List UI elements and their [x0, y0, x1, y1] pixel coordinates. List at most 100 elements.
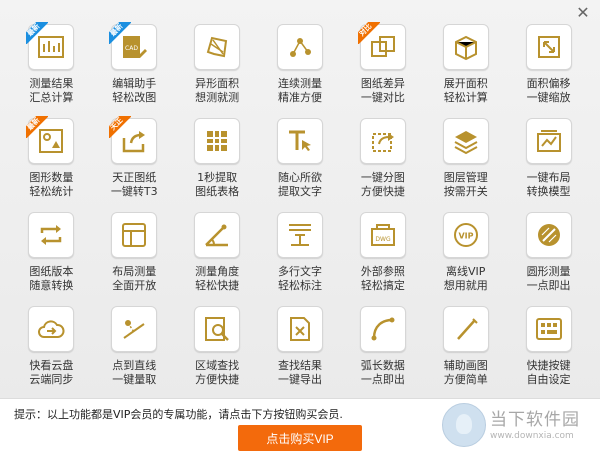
feature-shortcut-keys[interactable]: 快捷按键 自由设定 [507, 302, 590, 396]
svg-text:CAD: CAD [125, 45, 138, 52]
feature-tile[interactable] [525, 306, 572, 352]
feature-tile[interactable] [111, 306, 158, 352]
feature-label-line2: 转换模型 [526, 185, 571, 198]
feature-tile[interactable] [276, 118, 323, 164]
feature-continuous-measure[interactable]: 连续测量 精准方便 [259, 20, 342, 114]
feature-tile[interactable] [442, 306, 489, 352]
feature-tile[interactable]: CAD 最新 [109, 22, 158, 70]
feature-label-line2: 方便快捷 [195, 373, 240, 386]
feature-tile[interactable] [276, 306, 323, 352]
feature-label: 快看云盘 云端同步 [29, 359, 73, 387]
feature-label-line1: 查找结果 [277, 359, 322, 372]
feature-unfold-area[interactable]: 展开面积 轻松计算 [424, 20, 507, 114]
split-drawing-icon [371, 133, 394, 152]
feature-label: 展开面积 轻松计算 [444, 77, 488, 105]
area-search-icon [205, 317, 230, 341]
feature-arc-data[interactable]: 弧长数据 一点即出 [341, 302, 424, 396]
feature-tile[interactable]: 对比 [357, 22, 406, 70]
watermark: 当下软件园 www.downxia.com [442, 403, 592, 455]
unfold-area-icon [454, 35, 477, 61]
feature-text-extract[interactable]: 随心所欲 提取文字 [259, 114, 342, 208]
feature-measure-summary[interactable]: 最新测量结果 汇总计算 [10, 20, 93, 114]
feature-label-line2: 汇总计算 [29, 91, 74, 104]
feature-version-convert[interactable]: 图纸版本 随意转换 [10, 208, 93, 302]
feature-tile[interactable] [525, 24, 572, 70]
feature-tile[interactable] [525, 212, 572, 258]
feature-multiline-text[interactable]: 多行文字 轻松标注 [259, 208, 342, 302]
feature-tile[interactable] [194, 24, 241, 70]
feature-layout[interactable]: 布局测量 全面开放 [93, 208, 176, 302]
feature-tile[interactable] [194, 306, 241, 352]
feature-tile[interactable] [28, 306, 75, 352]
multiline-text-icon [288, 224, 311, 246]
feature-split-drawing[interactable]: 一键分图 方便快捷 [341, 114, 424, 208]
feature-badge-text: 最新 [109, 22, 132, 44]
feature-badge: 最新 [109, 22, 132, 44]
hint-text: 提示：以上功能都是VIP会员的专属功能，请点击下方按钮购买会员. [14, 408, 343, 421]
vip-features-window: ✕ 最新 测量结果 汇总计算 CAD 最新 编辑助手 轻松改图 异形面积 想测就测 连续测量 精准方… [0, 0, 600, 458]
feature-tile[interactable] [359, 118, 406, 164]
feature-badge-text: 天正 [109, 116, 132, 138]
feature-tile[interactable] [442, 24, 489, 70]
watermark-url: www.downxia.com [490, 431, 574, 441]
feature-angle-measure[interactable]: 测量角度 轻松快捷 [176, 208, 259, 302]
feature-shape-count[interactable]: 最新图形数量 轻松统计 [10, 114, 93, 208]
feature-label: 一键分图 方便快捷 [361, 171, 405, 199]
feature-tile[interactable] [28, 212, 75, 258]
feature-tile[interactable] [276, 212, 323, 258]
feature-tile[interactable] [442, 118, 489, 164]
feature-label-line1: 连续测量 [277, 77, 322, 90]
auxiliary-draw-icon [456, 318, 478, 340]
feature-label: 编辑助手 轻松改图 [112, 77, 156, 105]
feature-point-to-line[interactable]: 点到直线 一键量取 [93, 302, 176, 396]
feature-export-results[interactable]: 查找结果 一键导出 [259, 302, 342, 396]
feature-badge-text: 最新 [26, 116, 49, 138]
feature-tile[interactable] [194, 118, 241, 164]
feature-cad-edit[interactable]: CAD 最新编辑助手 轻松改图 [93, 20, 176, 114]
feature-label-line1: 点到直线 [112, 359, 157, 372]
svg-text:VIP: VIP [458, 232, 473, 241]
feature-badge-text: 最新 [26, 22, 49, 44]
feature-auxiliary-draw[interactable]: 辅助画图 方便简单 [424, 302, 507, 396]
feature-label: 查找结果 一键导出 [278, 359, 322, 387]
feature-tile[interactable] [276, 24, 323, 70]
feature-label: 图形数量 轻松统计 [29, 171, 73, 199]
feature-tile[interactable]: VIP [442, 212, 489, 258]
feature-label-line1: 多行文字 [277, 265, 322, 278]
feature-tile[interactable] [525, 118, 572, 164]
feature-vip[interactable]: VIP 离线VIP 想用就用 [424, 208, 507, 302]
feature-layout-convert[interactable]: 一键布局 转换模型 [507, 114, 590, 208]
feature-tianzheng-convert[interactable]: 天正 天正图纸 一键转T3 [93, 114, 176, 208]
feature-area-offset[interactable]: 面积偏移 一键缩放 [507, 20, 590, 114]
feature-tile[interactable] [359, 306, 406, 352]
feature-external-ref[interactable]: DWG 外部参照 轻松搞定 [341, 208, 424, 302]
feature-badge: 天正 [109, 116, 132, 138]
feature-label: 面积偏移 一键缩放 [527, 77, 571, 105]
feature-label-line1: 测量结果 [29, 77, 74, 90]
svg-text:DWG: DWG [375, 236, 391, 243]
feature-area-search[interactable]: 区域查找 方便快捷 [176, 302, 259, 396]
feature-label-line1: 离线VIP [446, 265, 486, 278]
feature-tile[interactable]: 天正 [109, 116, 158, 164]
feature-tile[interactable]: 最新 [26, 22, 75, 70]
feature-drawing-diff[interactable]: 对比 图纸差异 一键对比 [341, 20, 424, 114]
feature-label: 异形面积 想测就测 [195, 77, 239, 105]
feature-label-line2: 一键量取 [112, 373, 157, 386]
feature-label-line2: 随意转换 [29, 279, 74, 292]
layout-convert-icon [536, 130, 561, 152]
feature-layer-manage[interactable]: 图层管理 按需开关 [424, 114, 507, 208]
buy-vip-button[interactable]: 点击购买VIP [238, 425, 362, 451]
feature-tile[interactable] [111, 212, 158, 258]
feature-cloud-sync[interactable]: 快看云盘 云端同步 [10, 302, 93, 396]
feature-circle-measure[interactable]: 圆形测量 一点即出 [507, 208, 590, 302]
irregular-area-icon [206, 36, 228, 58]
feature-irregular-area[interactable]: 异形面积 想测就测 [176, 20, 259, 114]
feature-tile[interactable]: 最新 [26, 116, 75, 164]
layout-icon [122, 223, 147, 247]
angle-measure-icon [205, 224, 229, 247]
feature-table-extract[interactable]: 1秒提取 图纸表格 [176, 114, 259, 208]
cloud-sync-icon [38, 320, 65, 338]
feature-label-line2: 一点即出 [360, 373, 405, 386]
feature-tile[interactable]: DWG [359, 212, 406, 258]
feature-tile[interactable] [194, 212, 241, 258]
